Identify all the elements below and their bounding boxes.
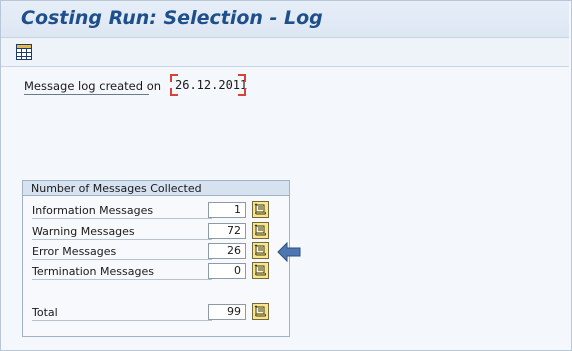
scroll-log-icon <box>254 244 266 256</box>
row-label: Information Messages <box>32 204 154 217</box>
total-count-field: 99 <box>208 304 246 320</box>
display-log-button[interactable] <box>252 303 269 320</box>
page-title: Costing Run: Selection - Log <box>21 7 323 29</box>
messages-group: Number of Messages Collected Information… <box>22 180 290 337</box>
field-corner-marker <box>170 88 178 96</box>
display-log-button[interactable] <box>252 262 269 279</box>
row-underline <box>32 218 212 219</box>
count-field: 26 <box>208 243 246 259</box>
scroll-log-icon <box>254 305 266 317</box>
display-log-button[interactable] <box>252 222 269 239</box>
message-row-information: Information Messages 1 <box>23 201 289 221</box>
row-underline <box>32 239 212 240</box>
scroll-log-icon <box>254 203 266 215</box>
message-row-error: Error Messages 26 <box>23 242 289 262</box>
row-underline <box>32 279 212 280</box>
count-field: 1 <box>208 202 246 218</box>
arrow-left-icon <box>277 241 301 263</box>
toolbar <box>1 38 569 67</box>
field-corner-marker <box>170 74 178 82</box>
messages-group-header: Number of Messages Collected <box>23 181 289 196</box>
field-corner-marker <box>238 88 246 96</box>
row-label: Error Messages <box>32 245 117 258</box>
field-corner-marker <box>238 74 246 82</box>
log-date-value: 26.12.2011 <box>175 78 248 92</box>
log-created-label: Message log created on <box>24 79 162 93</box>
message-row-termination: Termination Messages 0 <box>23 262 289 282</box>
count-field: 72 <box>208 223 246 239</box>
title-bar: Costing Run: Selection - Log <box>1 1 569 38</box>
label-underline <box>24 94 149 95</box>
scroll-log-icon <box>254 264 266 276</box>
log-date-field[interactable]: 26.12.2011 <box>170 74 248 96</box>
display-log-button[interactable] <box>252 201 269 218</box>
row-label: Total <box>32 306 58 319</box>
message-row-warning: Warning Messages 72 <box>23 222 289 242</box>
row-label: Termination Messages <box>32 265 154 278</box>
count-field: 0 <box>208 263 246 279</box>
display-log-button[interactable] <box>252 242 269 259</box>
row-underline <box>32 320 212 321</box>
row-underline <box>32 259 212 260</box>
scroll-log-icon <box>254 224 266 236</box>
message-row-total: Total 99 <box>23 303 289 323</box>
row-label: Warning Messages <box>32 225 135 238</box>
grid-layout-icon[interactable] <box>15 43 33 61</box>
